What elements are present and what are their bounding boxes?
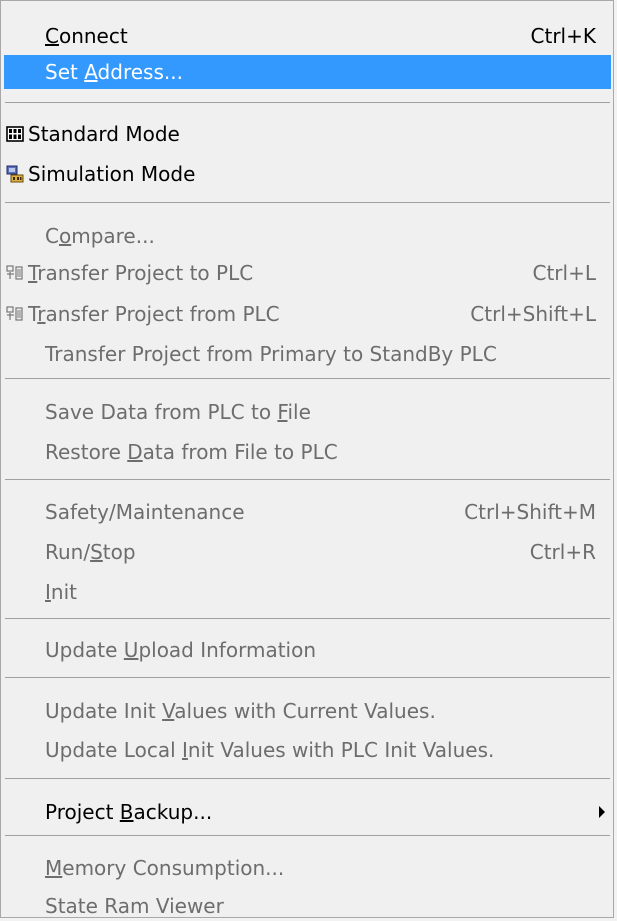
menu-separator (5, 778, 610, 779)
menu-item-label: Transfer Project from PLC (28, 302, 280, 326)
menu-item-label: Connect (45, 24, 128, 48)
menu-item-label: Run/Stop (45, 540, 136, 564)
menu-separator (5, 378, 610, 379)
menu-item-label: Set Address... (45, 60, 183, 84)
menu-item-label: Safety/Maintenance (45, 500, 245, 524)
menu-item-label: Simulation Mode (28, 162, 196, 186)
menu-separator (5, 479, 610, 480)
menu-item-label: State Ram Viewer (45, 894, 224, 918)
menu-item-run-stop[interactable]: Run/Stop Ctrl+R (4, 535, 611, 569)
menu-item-label: Update Upload Information (45, 638, 317, 662)
menu-item-label: Memory Consumption... (45, 856, 285, 880)
menu-item-set-address[interactable]: Set Address... (4, 55, 611, 89)
menu-item-transfer-primary-to-standby[interactable]: Transfer Project from Primary to StandBy… (4, 337, 611, 371)
menu-item-project-backup[interactable]: Project Backup... (4, 795, 611, 829)
menu-separator (5, 618, 610, 619)
transfer-to-plc-icon (6, 265, 23, 280)
menu-item-label: Compare... (45, 224, 155, 248)
menu-item-label: Restore Data from File to PLC (45, 440, 338, 464)
menu-item-shortcut: Ctrl+L (532, 261, 597, 285)
menu-item-label: Standard Mode (28, 122, 180, 146)
menu-separator (5, 102, 610, 103)
simulation-mode-icon (6, 165, 24, 183)
menu-separator (5, 677, 610, 678)
menu-item-transfer-project-to-plc[interactable]: Transfer Project to PLC Ctrl+L (4, 256, 611, 290)
menu-item-simulation-mode[interactable]: Simulation Mode (4, 157, 611, 191)
transfer-from-plc-icon (6, 306, 23, 321)
menu-item-label: Save Data from PLC to File (45, 400, 311, 424)
menu-item-safety-maintenance[interactable]: Safety/Maintenance Ctrl+Shift+M (4, 495, 611, 529)
menu-separator (5, 202, 610, 203)
menu-item-shortcut: Ctrl+Shift+L (470, 302, 596, 326)
menu-item-init[interactable]: Init (4, 575, 611, 609)
plc-context-menu: Connect Ctrl+K Set Address... Standard M… (0, 0, 614, 918)
menu-item-label: Project Backup... (45, 800, 213, 824)
menu-item-save-data-to-file[interactable]: Save Data from PLC to File (4, 395, 611, 429)
menu-item-shortcut: Ctrl+Shift+M (464, 500, 596, 524)
menu-item-compare[interactable]: Compare... (4, 219, 611, 253)
menu-item-state-ram-viewer[interactable]: State Ram Viewer (4, 889, 611, 918)
menu-item-shortcut: Ctrl+R (529, 540, 596, 564)
menu-item-label: Transfer Project from Primary to StandBy… (45, 342, 497, 366)
menu-item-memory-consumption[interactable]: Memory Consumption... (4, 851, 611, 885)
menu-item-update-init-values[interactable]: Update Init Values with Current Values. (4, 694, 611, 728)
menu-separator (5, 835, 610, 836)
menu-item-shortcut: Ctrl+K (530, 24, 596, 48)
menu-item-update-local-init-values[interactable]: Update Local Init Values with PLC Init V… (4, 733, 611, 767)
menu-item-label: Transfer Project to PLC (28, 261, 254, 285)
menu-item-connect[interactable]: Connect Ctrl+K (4, 19, 611, 53)
menu-item-transfer-project-from-plc[interactable]: Transfer Project from PLC Ctrl+Shift+L (4, 297, 611, 331)
submenu-arrow-icon (599, 806, 605, 818)
standard-mode-icon (6, 126, 24, 142)
menu-item-label: Init (45, 580, 77, 604)
menu-item-update-upload-information[interactable]: Update Upload Information (4, 633, 611, 667)
menu-item-label: Update Local Init Values with PLC Init V… (45, 738, 495, 762)
menu-item-restore-data-to-plc[interactable]: Restore Data from File to PLC (4, 435, 611, 469)
menu-item-label: Update Init Values with Current Values. (45, 699, 436, 723)
menu-item-standard-mode[interactable]: Standard Mode (4, 117, 611, 151)
